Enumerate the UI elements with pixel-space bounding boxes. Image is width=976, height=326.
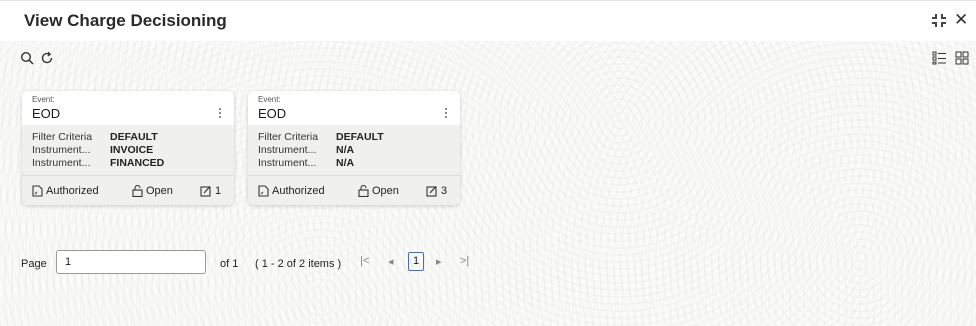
close-icon[interactable]: ✕ (954, 10, 968, 30)
next-page-button[interactable]: ▸ (436, 255, 442, 268)
card-header: Event: EOD (248, 91, 460, 125)
edit-icon (200, 186, 211, 197)
modification-count[interactable]: 3 (426, 185, 447, 197)
detail-key: Instrument... (32, 157, 91, 169)
authorized-status[interactable]: Authorized (32, 185, 99, 197)
detail-key: Instrument... (32, 144, 91, 156)
grid-view-icon[interactable] (955, 51, 971, 67)
refresh-icon[interactable] (40, 51, 56, 67)
detail-key: Filter Criteria (258, 131, 319, 143)
status-text: Authorized (272, 185, 325, 197)
detail-row: Instrument... N/A (258, 157, 354, 169)
last-page-button[interactable]: >| (460, 255, 469, 267)
kebab-menu-icon[interactable] (444, 108, 448, 120)
authorized-status[interactable]: Authorized (258, 185, 325, 197)
detail-row: Instrument... N/A (258, 144, 354, 156)
previous-page-button[interactable]: ◂ (388, 255, 394, 268)
event-value: EOD (258, 106, 287, 121)
edit-icon (426, 186, 437, 197)
event-label: Event: (32, 95, 55, 104)
list-view-icon[interactable] (932, 51, 948, 67)
search-icon[interactable] (20, 51, 36, 67)
lock-status[interactable]: Open (358, 185, 399, 197)
pagination-bar: Page of 1 ( 1 - 2 of 2 items ) |< ◂ 1 ▸ … (0, 249, 976, 277)
lock-text: Open (146, 185, 173, 197)
detail-value: N/A (336, 144, 355, 156)
page-count-text: of 1 (220, 258, 239, 270)
document-icon (258, 185, 269, 197)
detail-row: Filter Criteria DEFAULT (258, 131, 384, 143)
detail-value: N/A (336, 157, 355, 169)
document-icon (32, 185, 43, 197)
lock-text: Open (372, 185, 399, 197)
page-title: View Charge Decisioning (24, 11, 227, 30)
detail-value: DEFAULT (110, 131, 158, 143)
charge-card[interactable]: Event: EOD Filter Criteria DEFAULT Instr… (22, 91, 234, 205)
first-page-button[interactable]: |< (360, 255, 369, 267)
detail-key: Instrument... (258, 144, 317, 156)
kebab-menu-icon[interactable] (218, 108, 222, 120)
title-bar: View Charge Decisioning ✕ (0, 1, 976, 41)
detail-row: Instrument... FINANCED (32, 157, 164, 169)
card-header: Event: EOD (22, 91, 234, 125)
unlock-icon (132, 185, 143, 197)
detail-row: Instrument... INVOICE (32, 144, 153, 156)
mod-count-text: 1 (215, 185, 222, 197)
event-label: Event: (258, 95, 281, 104)
event-value: EOD (32, 106, 61, 121)
current-page-button[interactable]: 1 (408, 252, 424, 271)
detail-value: INVOICE (110, 144, 154, 156)
card-footer: Authorized Open 3 (248, 175, 460, 205)
minimize-icon[interactable] (932, 14, 948, 28)
card-details: Filter Criteria DEFAULT Instrument... N/… (248, 125, 460, 175)
card-footer: Authorized Open 1 (22, 175, 234, 205)
card-details: Filter Criteria DEFAULT Instrument... IN… (22, 125, 234, 175)
detail-key: Instrument... (258, 157, 317, 169)
mod-count-text: 3 (441, 185, 448, 197)
detail-row: Filter Criteria DEFAULT (32, 131, 158, 143)
view-charge-decisioning-window: View Charge Decisioning ✕ Event: EOD Fil… (0, 0, 976, 326)
detail-value: FINANCED (110, 157, 165, 169)
modification-count[interactable]: 1 (200, 185, 221, 197)
unlock-icon (358, 185, 369, 197)
lock-status[interactable]: Open (132, 185, 173, 197)
detail-value: DEFAULT (336, 131, 384, 143)
status-text: Authorized (46, 185, 99, 197)
page-number-input[interactable] (56, 250, 206, 274)
charge-card[interactable]: Event: EOD Filter Criteria DEFAULT Instr… (248, 91, 460, 205)
detail-key: Filter Criteria (32, 131, 93, 143)
items-range-text: ( 1 - 2 of 2 items ) (255, 258, 342, 270)
toolbar (0, 45, 976, 73)
page-label: Page (21, 258, 47, 270)
